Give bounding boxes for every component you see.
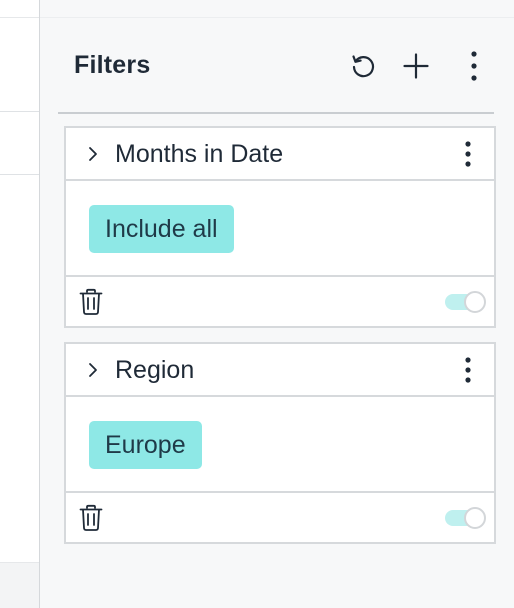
filter-card: Months in Date Include all (64, 126, 496, 328)
filter-enabled-toggle[interactable] (443, 291, 487, 313)
panel-more-button[interactable] (456, 48, 492, 84)
filter-card-body: Europe (66, 397, 494, 493)
workspace-bottom-strip (0, 562, 39, 608)
filter-enabled-toggle[interactable] (443, 507, 487, 529)
filter-value-chip[interactable]: Europe (89, 421, 202, 469)
filter-card-header[interactable]: Months in Date (66, 128, 494, 181)
chevron-right-icon[interactable] (86, 145, 100, 163)
add-filter-button[interactable] (398, 48, 434, 84)
panel-title: Filters (74, 51, 151, 79)
filter-card-footer (66, 277, 494, 326)
header-divider (58, 112, 494, 114)
filter-card-body: Include all (66, 181, 494, 277)
kebab-menu-icon (471, 51, 477, 81)
workspace-row (0, 112, 39, 175)
panel-top-border (40, 17, 514, 18)
trash-icon[interactable] (78, 504, 104, 532)
filter-title: Region (115, 356, 195, 384)
workspace-toolbar (0, 18, 39, 112)
plus-icon (403, 53, 429, 79)
kebab-menu-icon[interactable] (456, 354, 480, 386)
toggle-knob (464, 291, 486, 313)
filter-value-chip[interactable]: Include all (89, 205, 234, 253)
filters-panel: Filters Months in Date Include all Regio… (40, 0, 514, 608)
chevron-right-icon[interactable] (86, 361, 100, 379)
trash-icon[interactable] (78, 288, 104, 316)
reset-filters-button[interactable] (345, 48, 381, 84)
filter-title: Months in Date (115, 140, 284, 168)
filter-card-header[interactable]: Region (66, 344, 494, 397)
filter-card-footer (66, 493, 494, 542)
toggle-knob (464, 507, 486, 529)
reset-icon (352, 55, 375, 78)
kebab-menu-icon[interactable] (456, 138, 480, 170)
workspace-pane (0, 0, 39, 608)
filter-card: Region Europe (64, 342, 496, 544)
